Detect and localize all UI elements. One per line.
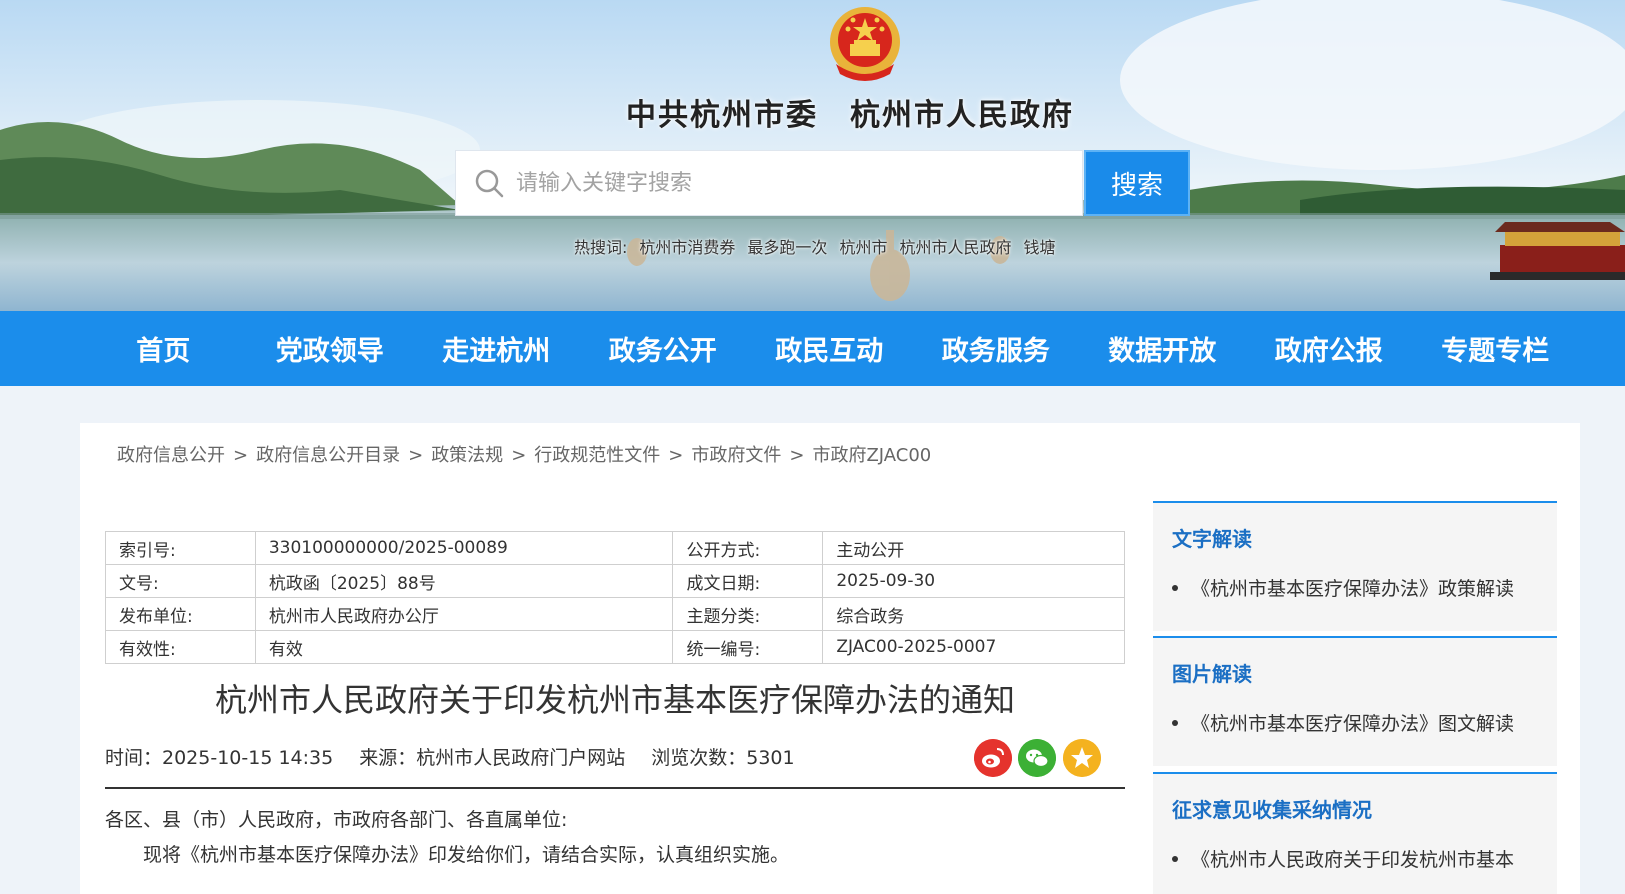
table-row: 有效性: 有效 统一编号: ZJAC00-2025-0007 bbox=[105, 630, 1125, 664]
hot-search-label: 热搜词: bbox=[574, 238, 628, 257]
meta-key: 索引号: bbox=[105, 531, 256, 565]
sidebar-section-title: 文字解读 bbox=[1172, 527, 1252, 551]
hot-term-link[interactable]: 钱塘 bbox=[1023, 238, 1055, 257]
meta-key: 发布单位: bbox=[105, 597, 256, 631]
view-count: 浏览次数：5301 bbox=[651, 747, 795, 769]
publish-source: 来源：杭州市人民政府门户网站 bbox=[359, 747, 626, 769]
hot-term-link[interactable]: 杭州市消费券 bbox=[639, 238, 735, 257]
header-banner: 中共杭州市委 杭州市人民政府 搜索 热搜词: 杭州市消费券最多跑一次杭州市杭州市人… bbox=[0, 0, 1625, 311]
meta-key: 统一编号: bbox=[672, 630, 824, 664]
breadcrumb-separator: > bbox=[511, 445, 527, 466]
hot-term-link[interactable]: 杭州市人民政府 bbox=[899, 238, 1011, 257]
sidebar-section-title: 征求意见收集采纳情况 bbox=[1172, 798, 1372, 822]
site-title: 中共杭州市委 杭州市人民政府 bbox=[626, 98, 1074, 133]
table-row: 文号: 杭政函〔2025〕88号 成文日期: 2025-09-30 bbox=[105, 564, 1125, 598]
sidebar-link[interactable]: 《杭州市基本医疗保障办法》政策解读 bbox=[1153, 552, 1557, 601]
search-button[interactable]: 搜索 bbox=[1084, 150, 1190, 216]
hot-term-link[interactable]: 杭州市 bbox=[839, 238, 887, 257]
search-box bbox=[455, 150, 1083, 216]
search-icon bbox=[475, 169, 504, 198]
sidebar-link[interactable]: 《杭州市基本医疗保障办法》图文解读 bbox=[1153, 687, 1557, 736]
publish-time: 时间：2025-10-15 14:35 bbox=[105, 747, 334, 769]
sidebar-link-label: 《杭州市基本医疗保障办法》政策解读 bbox=[1191, 578, 1515, 600]
bullet-icon bbox=[1172, 855, 1178, 862]
bullet-icon bbox=[1172, 584, 1178, 591]
nav-item-leaders[interactable]: 党政领导 bbox=[247, 329, 414, 368]
breadcrumb-link[interactable]: 政府信息公开 bbox=[117, 445, 225, 466]
hot-term-link[interactable]: 最多跑一次 bbox=[747, 238, 827, 257]
breadcrumb-separator: > bbox=[233, 445, 249, 466]
sidebar-link[interactable]: 《杭州市人民政府关于印发杭州市基本 bbox=[1153, 823, 1557, 872]
search-input[interactable] bbox=[516, 170, 1036, 196]
meta-key: 主题分类: bbox=[672, 597, 824, 631]
wechat-share-icon[interactable] bbox=[1018, 739, 1056, 777]
nav-item-about-hangzhou[interactable]: 走进杭州 bbox=[413, 329, 580, 368]
breadcrumb-separator: > bbox=[789, 445, 805, 466]
title-divider bbox=[105, 787, 1125, 789]
nav-item-interaction[interactable]: 政民互动 bbox=[746, 329, 913, 368]
body-paragraph: 现将《杭州市基本医疗保障办法》印发给你们，请结合实际，认真组织实施。 bbox=[143, 844, 790, 866]
meta-value: 有效 bbox=[254, 630, 674, 664]
nav-item-open-data[interactable]: 数据开放 bbox=[1079, 329, 1246, 368]
breadcrumb-separator: > bbox=[668, 445, 684, 466]
meta-value: 杭政函〔2025〕88号 bbox=[254, 564, 674, 598]
sidebar-section-text-interpretation: 文字解读 《杭州市基本医疗保障办法》政策解读 bbox=[1153, 501, 1557, 631]
breadcrumb: 政府信息公开 > 政府信息公开目录 > 政策法规 > 行政规范性文件 > 市政府文件 > 市政府ZJ… bbox=[117, 441, 931, 467]
favorite-star-icon[interactable] bbox=[1063, 739, 1101, 777]
nav-item-government-affairs[interactable]: 政务公开 bbox=[580, 329, 747, 368]
sidebar-section-image-interpretation: 图片解读 《杭州市基本医疗保障办法》图文解读 bbox=[1153, 636, 1557, 766]
breadcrumb-separator: > bbox=[408, 445, 424, 466]
sidebar-section-title: 图片解读 bbox=[1172, 662, 1252, 686]
document-body: 各区、县（市）人民政府，市政府各部门、各直属单位: 现将《杭州市基本医疗保障办法… bbox=[105, 803, 1125, 873]
meta-key: 文号: bbox=[105, 564, 256, 598]
document-metadata-table: 索引号: 330100000000/2025-00089 公开方式: 主动公开 … bbox=[105, 531, 1125, 664]
sidebar-link-label: 《杭州市人民政府关于印发杭州市基本 bbox=[1191, 849, 1515, 871]
meta-value: 2025-09-30 bbox=[822, 564, 1125, 598]
meta-key: 成文日期: bbox=[672, 564, 824, 598]
breadcrumb-link[interactable]: 政策法规 bbox=[431, 445, 503, 466]
meta-value: ZJAC00-2025-0007 bbox=[822, 630, 1125, 664]
table-row: 发布单位: 杭州市人民政府办公厅 主题分类: 综合政务 bbox=[105, 597, 1125, 631]
document-info: 时间：2025-10-15 14:35 来源：杭州市人民政府门户网站 浏览次数：53… bbox=[105, 743, 821, 770]
weibo-share-icon[interactable] bbox=[974, 739, 1012, 777]
bullet-icon bbox=[1172, 719, 1178, 726]
sidebar-section-feedback: 征求意见收集采纳情况 《杭州市人民政府关于印发杭州市基本 bbox=[1153, 772, 1557, 894]
breadcrumb-link[interactable]: 行政规范性文件 bbox=[534, 445, 660, 466]
meta-key: 公开方式: bbox=[672, 531, 824, 565]
sidebar-link-label: 《杭州市基本医疗保障办法》图文解读 bbox=[1191, 713, 1515, 735]
breadcrumb-link[interactable]: 政府信息公开目录 bbox=[256, 445, 400, 466]
nav-item-home[interactable]: 首页 bbox=[80, 329, 247, 368]
table-row: 索引号: 330100000000/2025-00089 公开方式: 主动公开 bbox=[105, 531, 1125, 565]
content-panel: 政府信息公开 > 政府信息公开目录 > 政策法规 > 行政规范性文件 > 市政府文件 > 市政府ZJ… bbox=[80, 423, 1580, 894]
salutation: 各区、县（市）人民政府，市政府各部门、各直属单位: bbox=[105, 809, 568, 831]
meta-key: 有效性: bbox=[105, 630, 256, 664]
hot-search-bar: 热搜词: 杭州市消费券 最多跑一次 杭州市 杭州市人民政府 钱塘 bbox=[574, 234, 1067, 258]
nav-item-services[interactable]: 政务服务 bbox=[913, 329, 1080, 368]
meta-value: 杭州市人民政府办公厅 bbox=[254, 597, 674, 631]
main-nav: 首页 党政领导 走进杭州 政务公开 政民互动 政务服务 数据开放 政府公报 专题… bbox=[0, 311, 1625, 386]
meta-value: 主动公开 bbox=[822, 531, 1125, 565]
national-emblem-icon bbox=[830, 7, 900, 81]
nav-item-gazette[interactable]: 政府公报 bbox=[1246, 329, 1413, 368]
breadcrumb-link[interactable]: 市政府ZJAC00 bbox=[812, 445, 931, 466]
document-title: 杭州市人民政府关于印发杭州市基本医疗保障办法的通知 bbox=[214, 681, 1015, 719]
nav-item-topics[interactable]: 专题专栏 bbox=[1412, 329, 1579, 368]
breadcrumb-link[interactable]: 市政府文件 bbox=[691, 445, 781, 466]
meta-value: 330100000000/2025-00089 bbox=[254, 531, 674, 565]
meta-value: 综合政务 bbox=[822, 597, 1125, 631]
